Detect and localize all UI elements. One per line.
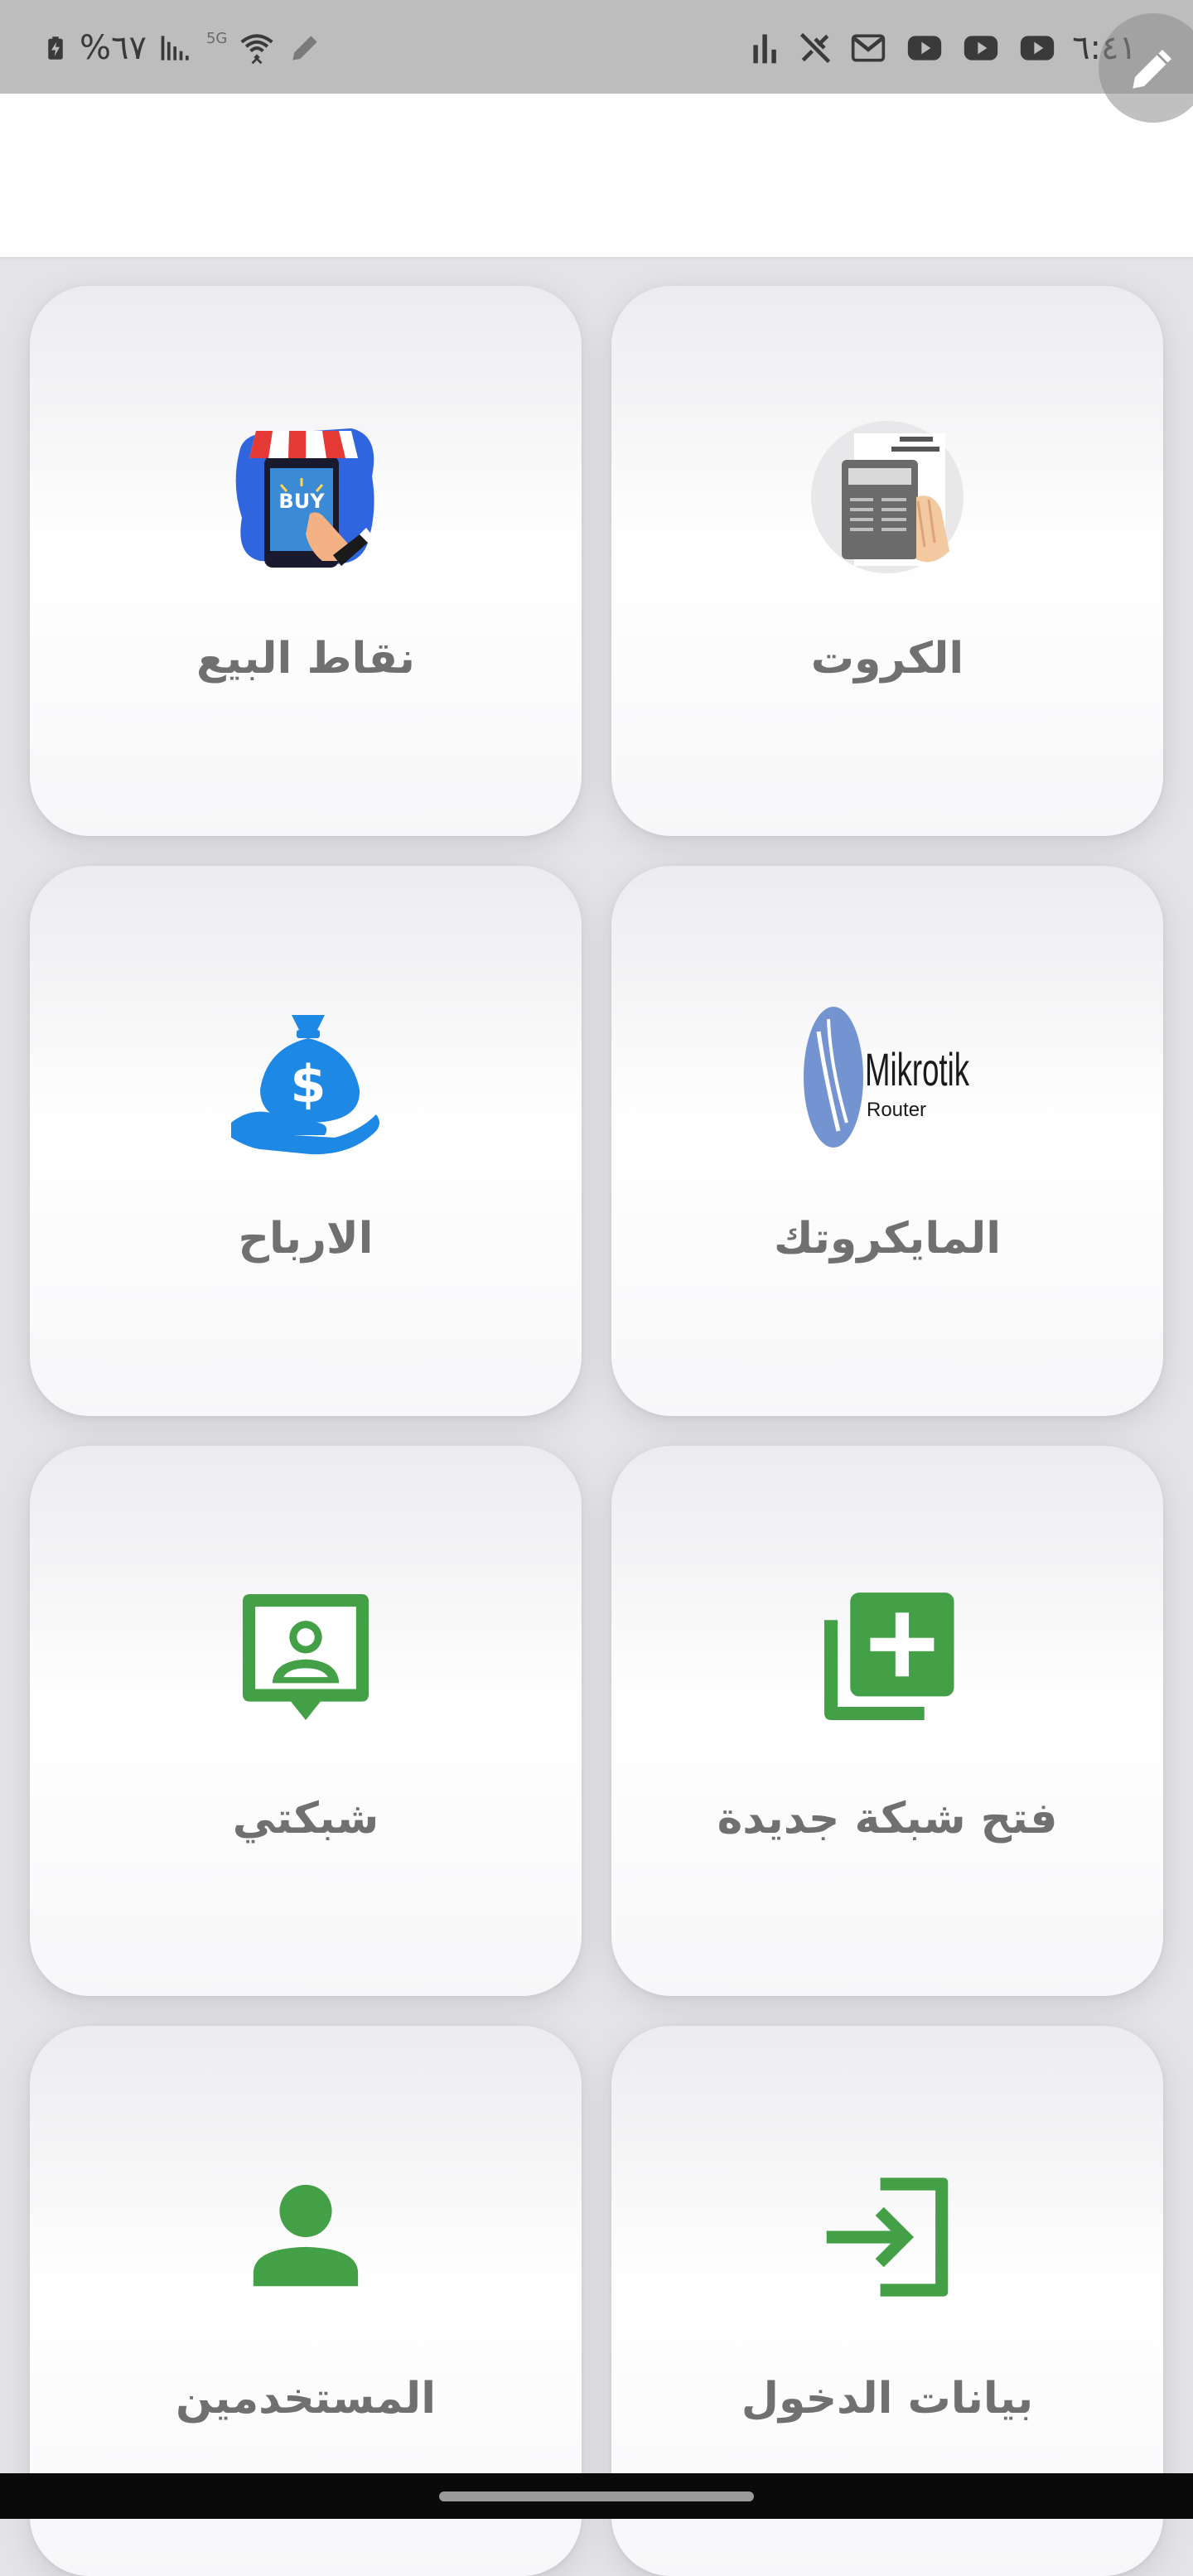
network-type-label: 5G	[205, 30, 228, 47]
wifi-icon	[240, 34, 273, 65]
menu-card-my-network[interactable]: شبكتي	[30, 1446, 582, 1996]
home-gesture-handle[interactable]	[439, 2491, 754, 2501]
add-box-icon	[809, 1578, 966, 1736]
youtube-icon	[1020, 36, 1055, 60]
status-bar-left: %٦٧ 5G	[43, 30, 323, 66]
youtube-icon	[964, 36, 998, 60]
buy-store-icon: BUY	[227, 418, 384, 576]
card-label: الكروت	[810, 634, 964, 684]
battery-charging-icon	[48, 36, 63, 60]
card-label: نقاط البيع	[196, 634, 415, 684]
voucher-cards-icon	[809, 418, 966, 576]
card-label: بيانات الدخول	[741, 2374, 1034, 2424]
equalizer-icon	[753, 34, 776, 64]
menu-card-points-of-sale[interactable]: BUY نقاط البيع	[30, 286, 582, 836]
pencil-icon	[292, 36, 318, 60]
svg-text:BUY: BUY	[278, 490, 325, 513]
muted-pen-icon	[799, 32, 831, 64]
card-label: الارباح	[238, 1214, 374, 1264]
contact-frame-icon	[227, 1578, 384, 1736]
signal-icon	[161, 36, 189, 60]
card-label: فتح شبكة جديدة	[717, 1794, 1058, 1844]
mikrotik-logo-text: Mikrotik	[865, 1043, 970, 1095]
money-bag-hand-icon: $	[227, 998, 384, 1156]
battery-percentage: %٦٧	[80, 29, 147, 67]
system-navigation-bar	[0, 2473, 1193, 2519]
mikrotik-logo-subtext: Router	[867, 1099, 926, 1121]
status-bar: %٦٧ 5G	[0, 0, 1193, 94]
youtube-icon	[907, 36, 942, 60]
gmail-icon	[851, 34, 886, 62]
menu-card-open-new-network[interactable]: فتح شبكة جديدة	[611, 1446, 1163, 1996]
card-label: المستخدمين	[175, 2374, 437, 2424]
app-header	[0, 94, 1193, 257]
login-arrow-icon	[809, 2158, 966, 2316]
card-label: شبكتي	[232, 1794, 379, 1844]
card-label: المايكروتك	[773, 1214, 1002, 1264]
menu-card-profits[interactable]: $ الارباح	[30, 866, 582, 1416]
person-icon	[227, 2158, 384, 2316]
svg-text:$: $	[290, 1054, 326, 1114]
pencil-icon	[1133, 50, 1171, 89]
menu-card-cards[interactable]: الكروت	[611, 286, 1163, 836]
status-bar-right: ٦:٤١	[747, 30, 1137, 66]
menu-card-mikrotik[interactable]: Mikrotik Router المايكروتك	[611, 866, 1163, 1416]
menu-grid: الكروت BUY نقاط البيع Mikrotik Router ال…	[0, 257, 1193, 2576]
mikrotik-router-logo: Mikrotik Router	[800, 998, 974, 1156]
